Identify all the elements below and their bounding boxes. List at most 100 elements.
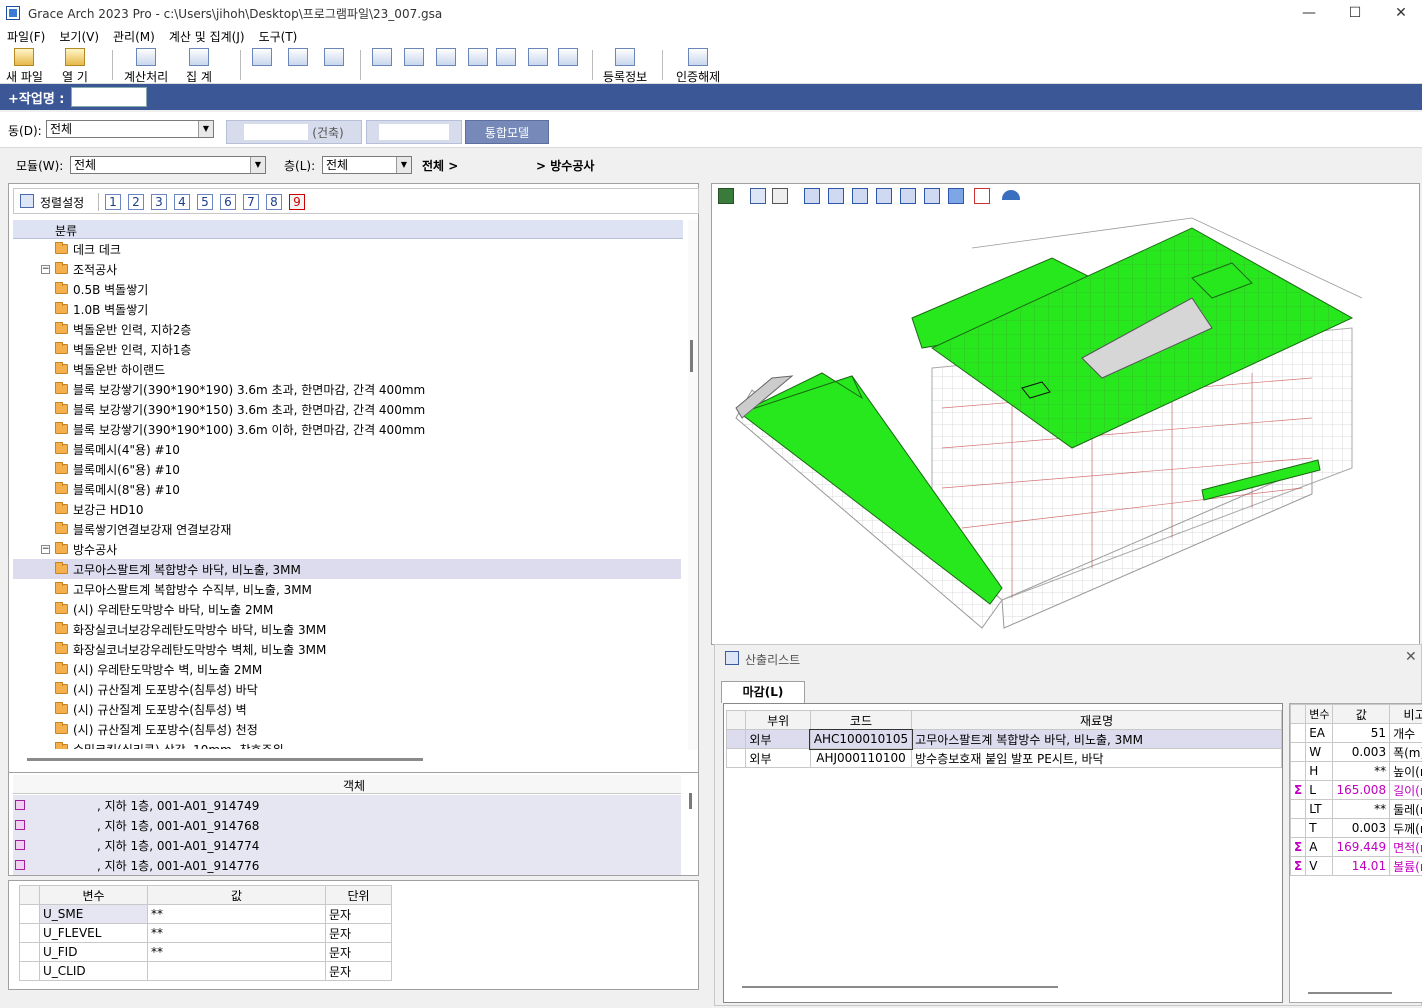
tree-group[interactable]: − 방수공사 xyxy=(13,539,681,559)
view-cube-back-icon[interactable] xyxy=(828,188,844,204)
unauth-button[interactable]: 인증해제 xyxy=(676,48,720,85)
filter-icon[interactable] xyxy=(772,188,788,204)
tree-scrollbar[interactable] xyxy=(688,220,698,750)
tree-item[interactable]: 블록 보강쌓기(390*190*150) 3.6m 초과, 한면마감, 간격 4… xyxy=(13,399,681,419)
side-hscroll-thumb[interactable] xyxy=(1308,992,1392,994)
breadcrumb-root[interactable]: 전체 > xyxy=(422,157,458,174)
view-cube-front-icon[interactable] xyxy=(804,188,820,204)
sort-settings-button[interactable]: 정렬설정 xyxy=(40,194,84,211)
level-tab-6[interactable]: 6 xyxy=(220,194,236,210)
aggregate-button[interactable]: 집 계 xyxy=(186,48,212,85)
tree-item[interactable]: (시) 규산질계 도포방수(침투성) 벽 xyxy=(13,699,681,719)
tab-finish[interactable]: 마감(L) xyxy=(721,681,805,703)
edit-tool-3[interactable] xyxy=(436,48,456,68)
tab-blank[interactable] xyxy=(366,120,462,144)
tree-item[interactable]: 1.0B 벽돌쌓기 xyxy=(13,299,681,319)
tree-item[interactable]: 고무아스팔트계 복합방수 바닥, 비노출, 3MM xyxy=(13,559,681,579)
level-tab-8[interactable]: 8 xyxy=(266,194,282,210)
tree-item[interactable]: 벽돌운반 하이랜드 xyxy=(13,359,681,379)
collapse-icon[interactable]: − xyxy=(41,544,50,554)
breadcrumb-current[interactable]: > 방수공사 xyxy=(536,157,594,174)
tree-group[interactable]: − 조적공사 xyxy=(13,259,681,279)
level-tab-7[interactable]: 7 xyxy=(243,194,259,210)
tree-item[interactable]: (시) 우레탄도막방수 바닥, 비노출 2MM xyxy=(13,599,681,619)
module-select[interactable]: 전체 ▼ xyxy=(70,156,266,174)
menu-calc[interactable]: 계산 및 집계(J) xyxy=(162,28,252,45)
tree-item[interactable]: 블록메시(4"용) #10 xyxy=(13,439,681,459)
tree-item[interactable]: 벽돌운반 인력, 지하2층 xyxy=(13,319,681,339)
side-row[interactable]: H**높이(m) xyxy=(1289,761,1422,781)
level-tab-2[interactable]: 2 xyxy=(128,194,144,210)
zoom-button[interactable] xyxy=(252,48,272,68)
tree-item[interactable]: 블록메시(8"용) #10 xyxy=(13,479,681,499)
side-row[interactable]: LT**둘레(m) xyxy=(1289,799,1422,819)
object-row[interactable]: , 지하 1층, 001-A01_914776 xyxy=(13,855,681,875)
level-tab-4[interactable]: 4 xyxy=(174,194,190,210)
tree-item[interactable]: 0.5B 벽돌쌓기 xyxy=(13,279,681,299)
calc-hscroll-thumb[interactable] xyxy=(742,986,1058,988)
variable-row[interactable]: U_CLID 문자 xyxy=(19,961,392,981)
menu-manage[interactable]: 관리(M) xyxy=(106,28,162,45)
tree-item[interactable]: 블록쌓기연결보강재 연결보강재 xyxy=(13,519,681,539)
collapse-icon[interactable]: − xyxy=(41,264,50,274)
tab-arch[interactable]: (건축) xyxy=(226,120,362,144)
side-row[interactable]: ΣA169.449면적(m2) xyxy=(1289,837,1422,857)
variable-row[interactable]: U_SME ** 문자 xyxy=(19,904,392,924)
tree-item[interactable]: (시) 규산질계 도포방수(침투성) 바닥 xyxy=(13,679,681,699)
level-tab-3[interactable]: 3 xyxy=(151,194,167,210)
tree-item[interactable]: 화장실코너보강우레탄도막방수 바닥, 비노출 3MM xyxy=(13,619,681,639)
new-file-button[interactable]: 새 파일 xyxy=(6,48,43,85)
side-row[interactable]: W 0.003 폭(m) xyxy=(1289,742,1422,762)
side-row[interactable]: ΣV14.01볼륨(m3) xyxy=(1289,856,1422,876)
close-icon[interactable]: ✕ xyxy=(1405,649,1417,665)
view-cube-top-icon[interactable] xyxy=(900,188,916,204)
tree-scroll-thumb[interactable] xyxy=(690,340,693,372)
variable-row[interactable]: U_FLEVEL ** 문자 xyxy=(19,923,392,943)
edit-tool-6[interactable] xyxy=(528,48,548,68)
minimize-button[interactable]: — xyxy=(1286,0,1332,26)
dong-select[interactable]: 전체 ▼ xyxy=(46,120,214,138)
objects-scroll-thumb[interactable] xyxy=(689,793,692,809)
list-icon[interactable] xyxy=(974,188,990,204)
tree-item[interactable]: 벽돌운반 인력, 지하1층 xyxy=(13,339,681,359)
tree-item[interactable]: 블록메시(6"용) #10 xyxy=(13,459,681,479)
close-button[interactable]: ✕ xyxy=(1378,0,1422,26)
tree-item[interactable]: 고무아스팔트계 복합방수 수직부, 비노출, 3MM xyxy=(13,579,681,599)
cloud-icon[interactable] xyxy=(1002,190,1020,200)
object-row[interactable]: , 지하 1층, 001-A01_914774 xyxy=(13,835,681,855)
level-tab-9[interactable]: 9 xyxy=(289,194,305,210)
edit-tool-4[interactable] xyxy=(468,48,488,68)
edit-tool-2[interactable] xyxy=(404,48,424,68)
calc-row[interactable]: 외부 AHJ000110100 방수층보호재 붙임 발포 PE시트, 바닥 xyxy=(725,748,1282,768)
search-button[interactable] xyxy=(288,48,308,68)
tree-item[interactable]: 수밀코킹(실리콘) 삼각, 10mm, 창호주위 xyxy=(13,739,681,749)
tab-integrated-model[interactable]: 통합모델 xyxy=(465,120,549,144)
view-cube-left-icon[interactable] xyxy=(852,188,868,204)
level-tab-1[interactable]: 1 xyxy=(105,194,121,210)
tree-item[interactable]: (시) 우레탄도막방수 벽, 비노출 2MM xyxy=(13,659,681,679)
menu-tools[interactable]: 도구(T) xyxy=(252,28,305,45)
level-tab-5[interactable]: 5 xyxy=(197,194,213,210)
menu-file[interactable]: 파일(F) xyxy=(0,28,52,45)
tree-item[interactable]: 블록 보강쌓기(390*190*190) 3.6m 초과, 한면마감, 간격 4… xyxy=(13,379,681,399)
preview-button[interactable] xyxy=(324,48,344,68)
view-model-icon[interactable] xyxy=(718,188,734,204)
tree-item[interactable]: (시) 규산질계 도포방수(침투성) 천정 xyxy=(13,719,681,739)
side-row[interactable]: EA 51 개수 xyxy=(1289,723,1422,743)
edit-tool-7[interactable] xyxy=(558,48,578,68)
orbit-icon[interactable] xyxy=(750,188,766,204)
tree-item[interactable]: 블록 보강쌓기(390*190*100) 3.6m 이하, 한면마감, 간격 4… xyxy=(13,419,681,439)
object-row[interactable]: , 지하 1층, 001-A01_914749 xyxy=(13,795,681,815)
calc-row[interactable]: 외부 AHC100010105 고무아스팔트계 복합방수 바닥, 비노출, 3MM xyxy=(725,728,1282,750)
menu-view[interactable]: 보기(V) xyxy=(52,28,106,45)
tree-hscroll-thumb[interactable] xyxy=(27,758,423,761)
view-cube-iso-icon[interactable] xyxy=(948,188,964,204)
object-row[interactable]: , 지하 1층, 001-A01_914768 xyxy=(13,815,681,835)
open-button[interactable]: 열 기 xyxy=(62,48,88,85)
variable-row[interactable]: U_FID ** 문자 xyxy=(19,942,392,962)
maximize-button[interactable]: ☐ xyxy=(1332,0,1378,26)
side-row[interactable]: T0.003두께(m) xyxy=(1289,818,1422,838)
model-3d-view[interactable] xyxy=(711,183,1420,645)
calc-process-button[interactable]: 계산처리 xyxy=(124,48,168,85)
edit-tool-5[interactable] xyxy=(496,48,516,68)
